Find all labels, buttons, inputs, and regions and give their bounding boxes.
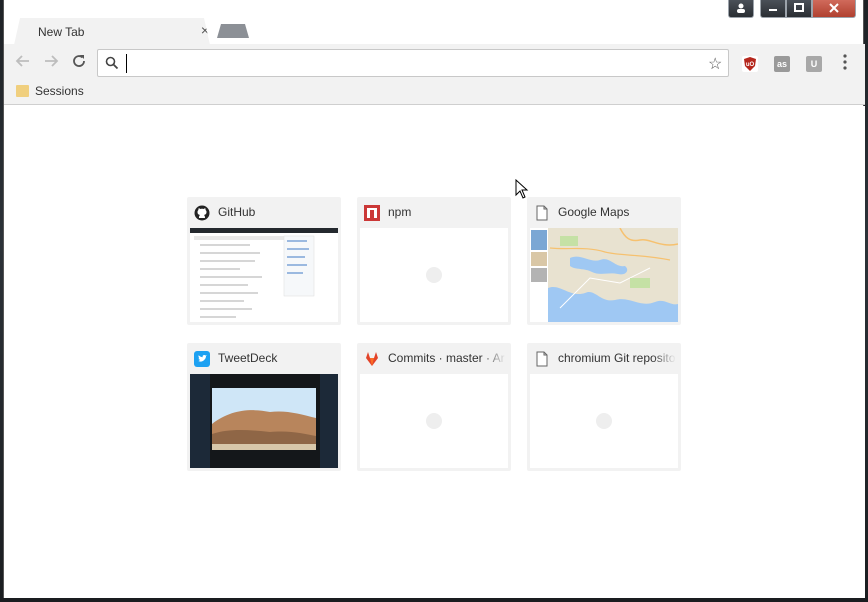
- forward-icon[interactable]: [41, 53, 61, 73]
- u-extension-icon[interactable]: U: [806, 56, 822, 72]
- title-bar: New Tab ×: [4, 0, 865, 45]
- most-visited-tile[interactable]: GitHub: [187, 197, 341, 325]
- tab-strip: New Tab ×: [4, 16, 865, 45]
- lastfm-icon[interactable]: as: [774, 56, 790, 72]
- most-visited-tile[interactable]: Google Maps: [527, 197, 681, 325]
- tile-title: chromium Git reposito: [558, 351, 676, 365]
- tile-header: Google Maps: [527, 197, 681, 227]
- tile-title: npm: [388, 205, 412, 219]
- most-visited-tile[interactable]: npm: [357, 197, 511, 325]
- browser-window: New Tab × ☆ uO as U Sessions GitHub npm …: [3, 0, 865, 598]
- reload-icon[interactable]: [69, 53, 89, 73]
- most-visited-tile[interactable]: Commits · master · Ar: [357, 343, 511, 471]
- search-icon: [105, 56, 119, 70]
- page-icon: [536, 351, 548, 367]
- tile-thumbnail: [190, 228, 338, 322]
- tile-thumbnail: [360, 228, 508, 322]
- folder-icon: [16, 85, 29, 97]
- bookmark-label: Sessions: [35, 84, 84, 98]
- tile-title: Commits · master · Ar: [388, 351, 505, 365]
- loading-placeholder: [596, 413, 612, 429]
- tile-thumbnail: [190, 374, 338, 468]
- bookmark-star-icon[interactable]: ☆: [708, 54, 722, 74]
- new-tab-page: GitHub npm Google Maps TweetDeck Commits…: [4, 106, 865, 598]
- tile-thumbnail: [530, 374, 678, 468]
- tile-header: TweetDeck: [187, 343, 341, 373]
- most-visited-tile[interactable]: chromium Git reposito: [527, 343, 681, 471]
- tile-header: npm: [357, 197, 511, 227]
- tile-title: GitHub: [218, 205, 256, 219]
- tile-thumbnail: [360, 374, 508, 468]
- ublock-label: uO: [746, 62, 755, 68]
- tile-header: Commits · master · Ar: [357, 343, 511, 373]
- tile-thumbnail: [530, 228, 678, 322]
- ublock-origin-icon[interactable]: uO: [742, 56, 758, 72]
- most-visited-tile[interactable]: TweetDeck: [187, 343, 341, 471]
- npm-icon: [364, 205, 380, 221]
- tile-title: Google Maps: [558, 205, 630, 219]
- tab-title: New Tab: [38, 25, 85, 39]
- loading-placeholder: [426, 413, 442, 429]
- tile-title: TweetDeck: [218, 351, 278, 365]
- address-input[interactable]: [126, 54, 696, 73]
- back-icon[interactable]: [13, 53, 33, 73]
- omnibox[interactable]: ☆: [97, 49, 729, 77]
- tile-header: GitHub: [187, 197, 341, 227]
- bookmarks-bar: Sessions: [4, 81, 865, 105]
- loading-placeholder: [426, 267, 442, 283]
- gitlab-icon: [366, 352, 378, 366]
- menu-icon[interactable]: [841, 54, 849, 70]
- tile-header: chromium Git reposito: [527, 343, 681, 373]
- toolbar: ☆ uO as U: [4, 44, 865, 81]
- tab-new-tab[interactable]: New Tab ×: [14, 18, 210, 45]
- page-icon: [536, 205, 548, 221]
- github-icon: [194, 205, 210, 221]
- new-tab-button[interactable]: [217, 24, 249, 38]
- tab-close-icon[interactable]: ×: [198, 23, 210, 37]
- mouse-cursor-icon: [515, 179, 529, 199]
- tweetdeck-icon: [194, 351, 210, 367]
